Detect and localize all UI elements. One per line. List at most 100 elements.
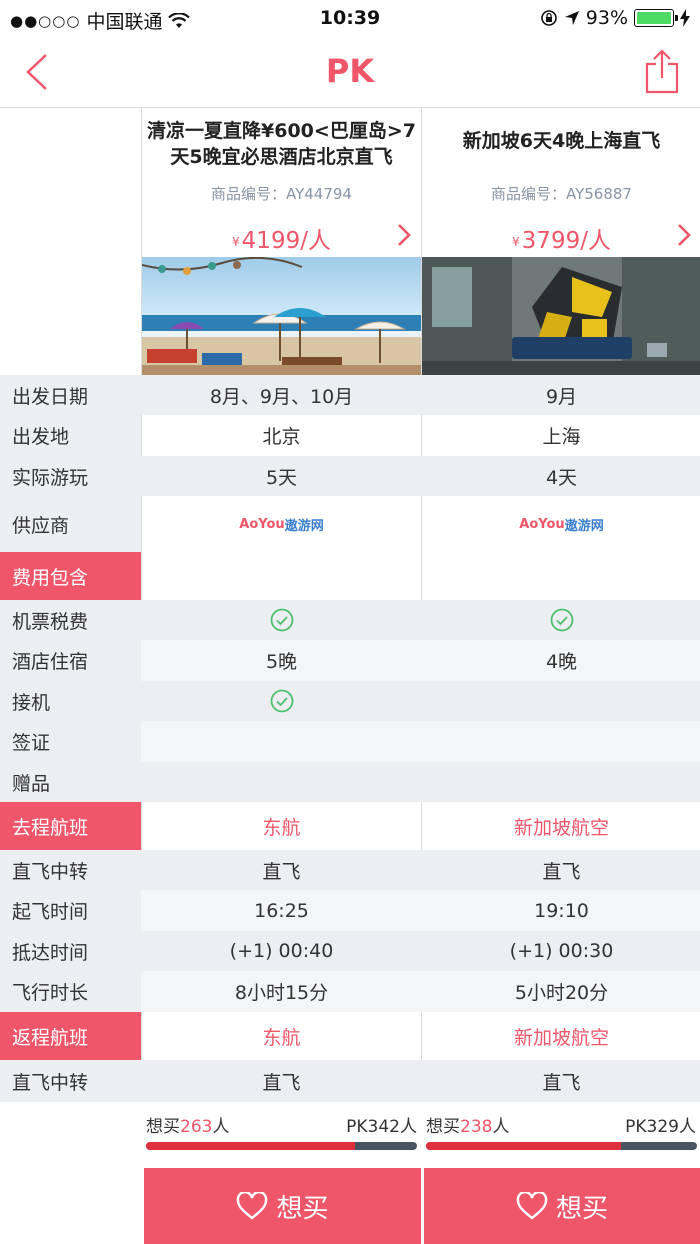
section-fees: 费用包含 <box>0 552 700 600</box>
nav-bar: PK <box>0 38 700 108</box>
section-label: 费用包含 <box>0 552 141 600</box>
row-label: 出发地 <box>0 415 141 456</box>
row-label: 直飞中转 <box>12 1071 89 1094</box>
row-value: 北京 <box>262 426 301 448</box>
airline-value: 东航 <box>262 816 301 839</box>
price-value: 4199/人 <box>241 228 331 254</box>
product-code: 商品编号：AY56887 <box>491 185 632 203</box>
row-takeoff: 起飞时间 16:25 19:10 <box>0 890 700 931</box>
supplier-logo-cn: 遨游网 <box>284 518 324 534</box>
row-ret-direct: 直飞中转 直飞 直飞 <box>0 1060 700 1102</box>
price-value: 3799/人 <box>521 228 611 254</box>
check-icon <box>422 600 700 640</box>
product-card-1[interactable]: 清凉一夏直降¥600<巴厘岛>7 天5晚宜必思酒店北京直飞 商品编号：AY447… <box>142 108 421 375</box>
want-ratio-fill <box>426 1142 622 1150</box>
page-title: PK <box>325 52 375 90</box>
want-number: 238 <box>460 1117 493 1137</box>
want-button[interactable]: 想买 <box>144 1168 421 1244</box>
product-image-beach <box>142 257 421 375</box>
want-prefix: 想买 <box>426 1117 460 1137</box>
want-prefix: 想买 <box>146 1117 180 1137</box>
row-label: 供应商 <box>0 496 141 552</box>
product-card-2[interactable]: 新加坡6天4晚上海直飞 商品编号：AY56887 ¥3799/人 <box>422 108 700 375</box>
row-value: (+1) 00:30 <box>509 940 614 962</box>
want-count: 想买238人 <box>426 1112 509 1137</box>
row-value: 5天 <box>265 466 298 489</box>
row-value: (+1) 00:40 <box>229 940 334 962</box>
charging-icon <box>680 9 690 27</box>
want-button[interactable]: 想买 <box>424 1168 700 1244</box>
row-duration: 飞行时长 8小时15分 5小时20分 <box>0 971 700 1012</box>
want-ratio-bar <box>426 1142 697 1150</box>
airline-value: 新加坡航空 <box>513 816 609 839</box>
row-value: 4晚 <box>545 651 578 673</box>
row-value: 9月 <box>545 385 578 408</box>
chevron-right-icon[interactable] <box>677 223 691 247</box>
want-ratio-bar <box>146 1142 417 1150</box>
row-label: 抵达时间 <box>12 941 89 964</box>
row-value: 上海 <box>542 426 581 448</box>
row-arrive: 抵达时间 (+1) 00:40 (+1) 00:30 <box>0 931 700 971</box>
row-air-tax: 机票税费 <box>0 600 700 640</box>
pk-count: PK342人 <box>346 1117 417 1137</box>
row-value: 直飞 <box>542 1071 581 1094</box>
airline-value: 新加坡航空 <box>513 1026 609 1049</box>
product-price: ¥3799/人 <box>422 221 700 255</box>
check-icon <box>142 600 421 640</box>
row-label: 签证 <box>0 721 141 762</box>
section-outbound: 去程航班 东航 新加坡航空 <box>0 802 700 850</box>
row-pickup: 接机 <box>0 681 700 721</box>
check-icon <box>142 681 421 721</box>
want-suffix: 人 <box>492 1117 510 1137</box>
row-label: 直飞中转 <box>12 860 89 883</box>
product-image-transformers <box>422 257 700 375</box>
want-number: 263 <box>180 1117 213 1137</box>
row-visa: 签证 <box>0 721 700 762</box>
chevron-right-icon[interactable] <box>397 223 411 247</box>
product-price: ¥4199/人 <box>142 221 421 255</box>
row-supplier: 供应商 AoYou 遨游网 AoYou 遨游网 <box>0 496 700 552</box>
row-value: 16:25 <box>254 899 309 922</box>
supplier-logo-cn: 遨游网 <box>564 518 604 534</box>
row-value: 19:10 <box>534 899 589 922</box>
want-button-label: 想买 <box>276 1193 329 1224</box>
supplier-logo: AoYou 遨游网 <box>142 496 421 552</box>
row-value: 4天 <box>545 466 578 489</box>
location-icon <box>564 11 579 25</box>
row-label: 出发日期 <box>12 385 89 408</box>
row-departure-date: 出发日期 8月、9月、10月 9月 <box>0 375 700 415</box>
section-label: 去程航班 <box>0 802 141 850</box>
share-icon[interactable] <box>644 48 680 94</box>
airline-value: 东航 <box>262 1026 301 1049</box>
supplier-logo-latin: AoYou <box>519 516 565 532</box>
heart-icon <box>516 1192 548 1220</box>
row-value: 直飞 <box>262 860 301 883</box>
supplier-logo-latin: AoYou <box>239 516 285 532</box>
product-title-line: 清凉一夏直降¥600<巴厘岛>7 <box>147 120 416 142</box>
row-label: 飞行时长 <box>0 971 141 1012</box>
battery-icon <box>634 9 678 27</box>
product-code: 商品编号：AY44794 <box>211 185 352 203</box>
row-label: 机票税费 <box>12 610 89 633</box>
row-label: 起飞时间 <box>0 890 141 931</box>
want-ratio-fill <box>146 1142 355 1150</box>
rotation-lock-icon <box>540 10 557 26</box>
product-title-line: 新加坡6天4晚上海直飞 <box>462 130 661 152</box>
row-hotel: 酒店住宿 5晚 4晚 <box>0 640 700 681</box>
row-out-direct: 直飞中转 直飞 直飞 <box>0 850 700 890</box>
battery-percent: 93% <box>585 7 628 29</box>
currency-symbol: ¥ <box>512 235 520 249</box>
row-label: 酒店住宿 <box>0 640 141 681</box>
row-label: 接机 <box>12 691 51 714</box>
want-button-label: 想买 <box>555 1193 608 1224</box>
heart-icon <box>237 1192 268 1220</box>
supplier-logo: AoYou 遨游网 <box>422 496 700 552</box>
pk-count: PK329人 <box>625 1117 696 1137</box>
row-value: 5小时20分 <box>514 982 609 1004</box>
row-departure-place: 出发地 北京 上海 <box>0 415 700 456</box>
section-label: 返程航班 <box>0 1012 141 1060</box>
status-bar: ●●○○○ 中国联通 10:39 93% <box>0 0 700 38</box>
section-return: 返程航班 东航 新加坡航空 <box>0 1012 700 1060</box>
product-header: 清凉一夏直降¥600<巴厘岛>7 天5晚宜必思酒店北京直飞 商品编号：AY447… <box>0 108 700 375</box>
product-title-line: 天5晚宜必思酒店北京直飞 <box>170 146 393 168</box>
